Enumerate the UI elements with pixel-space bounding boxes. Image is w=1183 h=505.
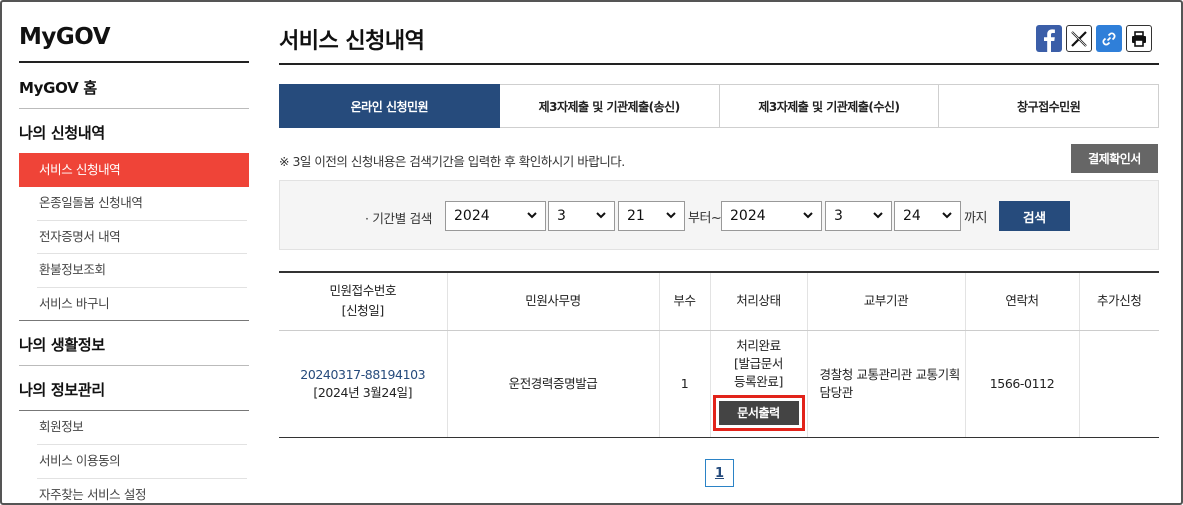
facebook-share-button[interactable]	[1036, 25, 1062, 52]
search-label-text: 기간별 검색	[372, 211, 433, 226]
table-header-row: 민원접수번호 [신청일] 민원사무명 부수 처리상태 교부기관 연락처 추가신청	[279, 272, 1159, 331]
search-button[interactable]: 검색	[999, 201, 1070, 231]
sidebar-item-care-applications[interactable]: 온종일돌봄 신청내역	[19, 186, 249, 220]
cell-agency: 경찰청 교통관리관 교통기획담당관	[807, 330, 966, 438]
share-toolbar	[1036, 25, 1152, 52]
tab-online-applications[interactable]: 온라인 신청민원	[279, 84, 500, 128]
from-month-select[interactable]: 3	[548, 201, 615, 231]
chevron-down-icon	[527, 212, 537, 219]
from-month-value: 3	[557, 208, 566, 224]
cell-status: 처리완료 [발급문서 등록완료] 문서출력	[710, 330, 808, 438]
from-day-value: 21	[627, 208, 645, 224]
chevron-down-icon	[596, 212, 606, 219]
cell-extra	[1079, 330, 1159, 438]
header-contact: 연락처	[965, 272, 1080, 331]
sidebar-item-home[interactable]: MyGOV 홈	[19, 77, 97, 98]
x-share-button[interactable]	[1066, 25, 1092, 52]
pagination-page-1[interactable]: 1	[705, 459, 734, 487]
cell-contact: 1566-0112	[965, 330, 1080, 438]
sidebar-item-service-basket[interactable]: 서비스 바구니	[19, 287, 249, 321]
divider	[19, 320, 249, 321]
header-apply-date-label: [신청일]	[341, 303, 385, 319]
to-day-value: 24	[903, 208, 921, 224]
applications-table: 민원접수번호 [신청일] 민원사무명 부수 처리상태 교부기관 연락처 추가신청 …	[279, 271, 1159, 438]
search-label: · 기간별 검색	[365, 211, 433, 226]
date-search-panel: · 기간별 검색 2024 3 21 부터~ 2024 3 24 까지 검색	[279, 180, 1159, 250]
to-month-select[interactable]: 3	[825, 201, 892, 231]
chevron-down-icon	[873, 212, 883, 219]
divider	[19, 108, 249, 109]
header-copies: 부수	[659, 272, 711, 331]
sidebar-section-life-info[interactable]: 나의 생활정보	[19, 334, 105, 355]
tab-bar: 온라인 신청민원 제3자제출 및 기관제출(송신) 제3자제출 및 기관제출(수…	[279, 84, 1159, 128]
status-detail-1: [발급문서	[734, 355, 783, 371]
tab-counter-applications[interactable]: 창구접수민원	[939, 84, 1159, 128]
divider	[19, 365, 249, 366]
header-service-name: 민원사무명	[447, 272, 660, 331]
header-receipt-no: 민원접수번호 [신청일]	[279, 272, 448, 331]
page-title: 서비스 신청내역	[279, 29, 425, 54]
sidebar-item-service-consent[interactable]: 서비스 이용동의	[19, 444, 249, 478]
sidebar-item-e-certificates[interactable]: 전자증명서 내역	[19, 220, 249, 254]
to-month-value: 3	[834, 208, 843, 224]
cell-copies: 1	[659, 330, 711, 438]
highlight-box: 문서출력	[712, 394, 805, 431]
status-detail-2: 등록완료]	[734, 373, 783, 389]
print-page-button[interactable]	[1126, 25, 1152, 52]
tab-third-party-received[interactable]: 제3자제출 및 기관제출(수신)	[719, 84, 940, 128]
table-row: 20240317-88194103 [2024년 3월24일] 운전경력증명발급…	[279, 330, 1159, 438]
chevron-down-icon	[803, 212, 813, 219]
header-agency: 교부기관	[807, 272, 966, 331]
sidebar-section-applications[interactable]: 나의 신청내역	[19, 122, 105, 143]
notice-text: ※ 3일 이전의 신청내용은 검색기간을 입력한 후 확인하시기 바랍니다.	[279, 154, 625, 169]
to-day-select[interactable]: 24	[894, 201, 961, 231]
link-icon	[1102, 31, 1116, 46]
facebook-icon	[1044, 29, 1055, 52]
to-suffix: 까지	[964, 211, 987, 226]
print-icon	[1132, 30, 1146, 47]
from-day-select[interactable]: 21	[618, 201, 685, 231]
divider	[279, 63, 1159, 65]
to-year-select[interactable]: 2024	[721, 201, 822, 231]
payment-receipt-button[interactable]: 결제확인서	[1071, 144, 1158, 173]
chevron-down-icon	[942, 212, 952, 219]
sidebar-section-account[interactable]: 나의 정보관리	[19, 379, 105, 400]
sidebar-item-service-applications[interactable]: 서비스 신청내역	[19, 153, 249, 187]
header-receipt-no-label: 민원접수번호	[329, 283, 397, 299]
sidebar-item-favorite-services[interactable]: 자주찾는 서비스 설정	[19, 478, 249, 503]
print-document-button[interactable]: 문서출력	[718, 400, 799, 425]
from-year-select[interactable]: 2024	[445, 201, 546, 231]
from-suffix: 부터~	[688, 211, 722, 226]
sidebar-item-member-info[interactable]: 회원정보	[19, 410, 249, 444]
apply-date: [2024년 3월24일]	[313, 384, 413, 400]
copy-link-button[interactable]	[1096, 25, 1122, 52]
cell-service-name: 운전경력증명발급	[447, 330, 660, 438]
page-frame: MyGOV MyGOV 홈 나의 신청내역 서비스 신청내역 온종일돌봄 신청내…	[0, 0, 1183, 505]
divider	[19, 61, 249, 63]
to-year-value: 2024	[730, 208, 766, 224]
chevron-down-icon	[666, 212, 676, 219]
receipt-number-link[interactable]: 20240317-88194103	[300, 367, 425, 382]
header-status: 처리상태	[710, 272, 808, 331]
from-year-value: 2024	[454, 208, 490, 224]
sidebar-item-refund-lookup[interactable]: 환불정보조회	[19, 253, 249, 287]
status-text: 처리완료	[736, 337, 781, 353]
cell-receipt-no: 20240317-88194103 [2024년 3월24일]	[279, 330, 448, 438]
brand-logo[interactable]: MyGOV	[19, 24, 111, 50]
tab-third-party-sent[interactable]: 제3자제출 및 기관제출(송신)	[499, 84, 720, 128]
header-extra: 추가신청	[1079, 272, 1159, 331]
x-icon	[1071, 30, 1087, 47]
